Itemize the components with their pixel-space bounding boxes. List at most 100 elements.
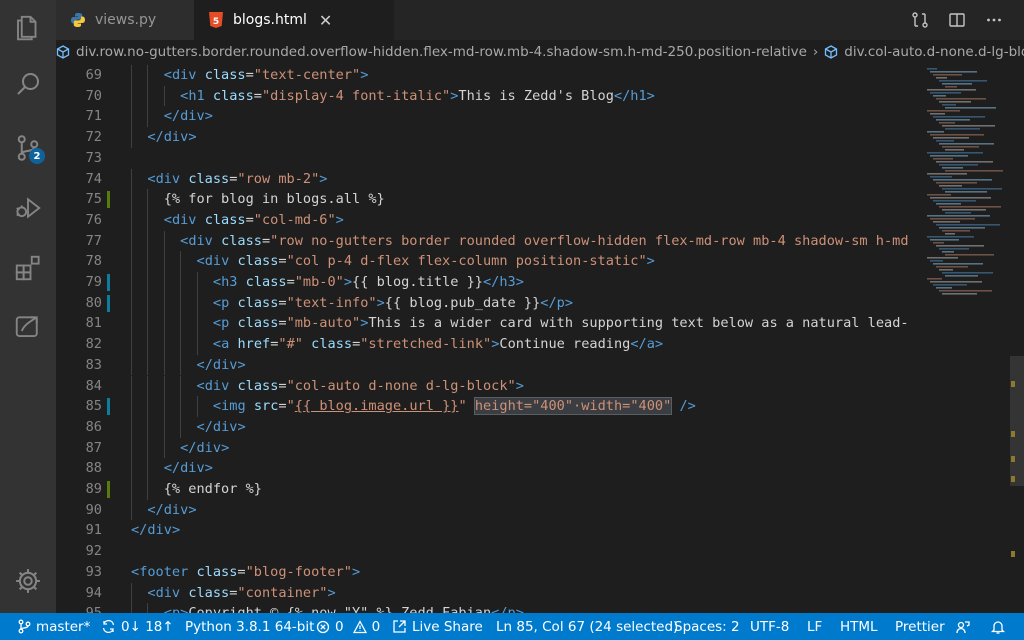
code-line[interactable]: 91 </div> <box>56 520 924 541</box>
tab-views-py[interactable]: views.py <box>56 0 194 40</box>
code-token: div <box>204 377 230 394</box>
tab-bar: views.py 5 blogs.html ✕ <box>56 0 1024 40</box>
code-line[interactable]: 80 <p class="text-info">{{ blog.pub_date … <box>56 292 924 314</box>
minimap-line <box>945 170 1003 172</box>
minimap-line <box>930 197 991 199</box>
minimap-line <box>927 68 937 70</box>
code-line[interactable]: 76 <div class="col-md-6"> <box>56 209 924 231</box>
minimap-line <box>933 179 992 181</box>
remote-explorer-icon[interactable] <box>0 298 56 354</box>
indent-guide <box>163 437 165 459</box>
encoding-label: UTF-8 <box>750 618 790 635</box>
eol-label: LF <box>807 618 823 635</box>
indent-guide <box>131 313 132 335</box>
open-changes-icon[interactable] <box>909 9 931 31</box>
code-line[interactable]: 79 <h3 class="mb-0">{{ blog.title }}</h3> <box>56 272 924 293</box>
minimap[interactable] <box>924 64 1010 613</box>
code-line[interactable]: 94 <div class="container"> <box>56 582 924 604</box>
minimap-line <box>936 140 954 142</box>
code-token: div <box>163 129 189 146</box>
gutter-added-marker[interactable] <box>107 191 110 209</box>
chevron-right-icon: › <box>812 44 819 60</box>
vertical-scrollbar[interactable] <box>1010 64 1024 613</box>
more-actions-icon[interactable] <box>983 9 1005 31</box>
code-line[interactable]: 70 <h1 class="display-4 font-italic">This… <box>56 85 924 107</box>
encoding-status[interactable]: UTF-8 <box>750 613 789 640</box>
minimap-line <box>936 182 977 184</box>
indent-guide <box>147 85 149 107</box>
code-line[interactable]: 74 <div class="row mb-2"> <box>56 168 924 190</box>
live-share-status[interactable]: Live Share <box>392 613 483 640</box>
code-line[interactable]: 77 <div class="row no-gutters border roun… <box>56 230 924 252</box>
code-line[interactable]: 88 </div> <box>56 458 924 479</box>
code-editor[interactable]: 69 <div class="text-center"> 70 <h1 class="… <box>56 64 924 613</box>
gutter-modified-marker[interactable] <box>107 398 110 416</box>
source-control-icon[interactable] <box>0 120 56 176</box>
code-token: < <box>196 253 205 270</box>
branch-status[interactable]: master* <box>18 613 90 640</box>
code-line[interactable]: 71 </div> <box>56 106 924 128</box>
run-debug-icon[interactable] <box>0 180 56 236</box>
close-icon[interactable]: ✕ <box>319 11 332 30</box>
code-token: > <box>237 418 246 435</box>
code-line[interactable]: 73 <box>56 148 924 169</box>
search-icon[interactable] <box>0 56 56 112</box>
code-line[interactable]: 85 <img src="{{ blog.image.url }}" height… <box>56 396 924 417</box>
language-mode[interactable]: HTML <box>840 613 878 640</box>
code-line[interactable]: 92 <box>56 541 924 562</box>
code-text: </div> <box>180 438 229 459</box>
minimap-line <box>927 215 990 217</box>
split-editor-icon[interactable] <box>946 9 968 31</box>
code-line[interactable]: 89 {% endfor %} <box>56 479 924 500</box>
code-line[interactable]: 82 <a href="#" class="stretched-link">Con… <box>56 334 924 355</box>
indentation-status[interactable]: Spaces: 2 <box>674 613 740 640</box>
extensions-icon[interactable] <box>0 240 56 296</box>
settings-gear-icon[interactable] <box>0 553 56 609</box>
breadcrumb-item[interactable]: div.row.no-gutters.border.rounded.overfl… <box>76 44 807 60</box>
eol-status[interactable]: LF <box>807 613 822 640</box>
code-token: {{ blog.title }} <box>352 274 483 290</box>
gutter-modified-marker[interactable] <box>107 294 110 312</box>
code-text: </div> <box>131 520 180 541</box>
python-interpreter[interactable]: Python 3.8.1 64-bit <box>185 613 314 640</box>
explorer-icon[interactable] <box>0 0 56 56</box>
line-number: 79 <box>85 274 102 290</box>
code-line[interactable]: 72 </div> <box>56 127 924 148</box>
prettier-status[interactable]: Prettier <box>895 613 945 640</box>
code-token: < <box>212 336 222 353</box>
notifications-icon[interactable] <box>990 613 1011 640</box>
code-line[interactable]: 69 <div class="text-center"> <box>56 65 924 86</box>
code-line[interactable]: 78 <div class="col p-4 d-flex flex-column… <box>56 251 924 272</box>
code-line[interactable]: 84 <div class="col-auto d-none d-lg-block… <box>56 375 924 397</box>
code-token: "container" <box>237 584 328 601</box>
code-token: class <box>221 232 262 249</box>
code-line[interactable]: 83 </div> <box>56 354 924 376</box>
breadcrumb-item[interactable]: div.col-auto.d-none.d-lg-block <box>844 44 1024 60</box>
live-share-icon <box>393 620 406 633</box>
code-line[interactable]: 87 </div> <box>56 437 924 459</box>
gutter-modified-marker[interactable] <box>107 274 110 291</box>
line-number: 74 <box>85 170 102 187</box>
code-line[interactable]: 90 </div> <box>56 499 924 521</box>
code-line[interactable]: 86 </div> <box>56 416 924 438</box>
code-line[interactable]: 93 <footer class="blog-footer"> <box>56 562 924 583</box>
code-line[interactable]: 95<p>Copyright © {% now "Y" %} Zedd Fabi… <box>56 603 924 613</box>
code-text: <div class="col-auto d-none d-lg-block"> <box>197 376 524 397</box>
minimap-line <box>933 263 983 265</box>
indent-guide <box>163 354 165 376</box>
code-line[interactable]: 81 <p class="mb-auto">This is a wider car… <box>56 313 924 335</box>
minimap-line <box>939 290 992 292</box>
cursor-position[interactable]: Ln 85, Col 67 (24 selected) <box>496 613 678 640</box>
code-text: <footer class="blog-footer"> <box>131 562 360 583</box>
minimap-line <box>933 284 967 286</box>
code-token: class <box>212 87 254 104</box>
feedback-icon[interactable] <box>955 613 976 640</box>
tab-blogs-html[interactable]: 5 blogs.html ✕ <box>194 0 394 40</box>
code-token: h3 <box>499 274 516 290</box>
code-line[interactable]: 75 {% for blog in blogs.all %} <box>56 189 924 210</box>
problems-status[interactable]: 0 0 <box>316 613 380 640</box>
minimap-line <box>945 149 964 151</box>
gutter-added-marker[interactable] <box>107 481 110 498</box>
sync-status[interactable]: 0↓ 18↑ <box>101 613 174 640</box>
